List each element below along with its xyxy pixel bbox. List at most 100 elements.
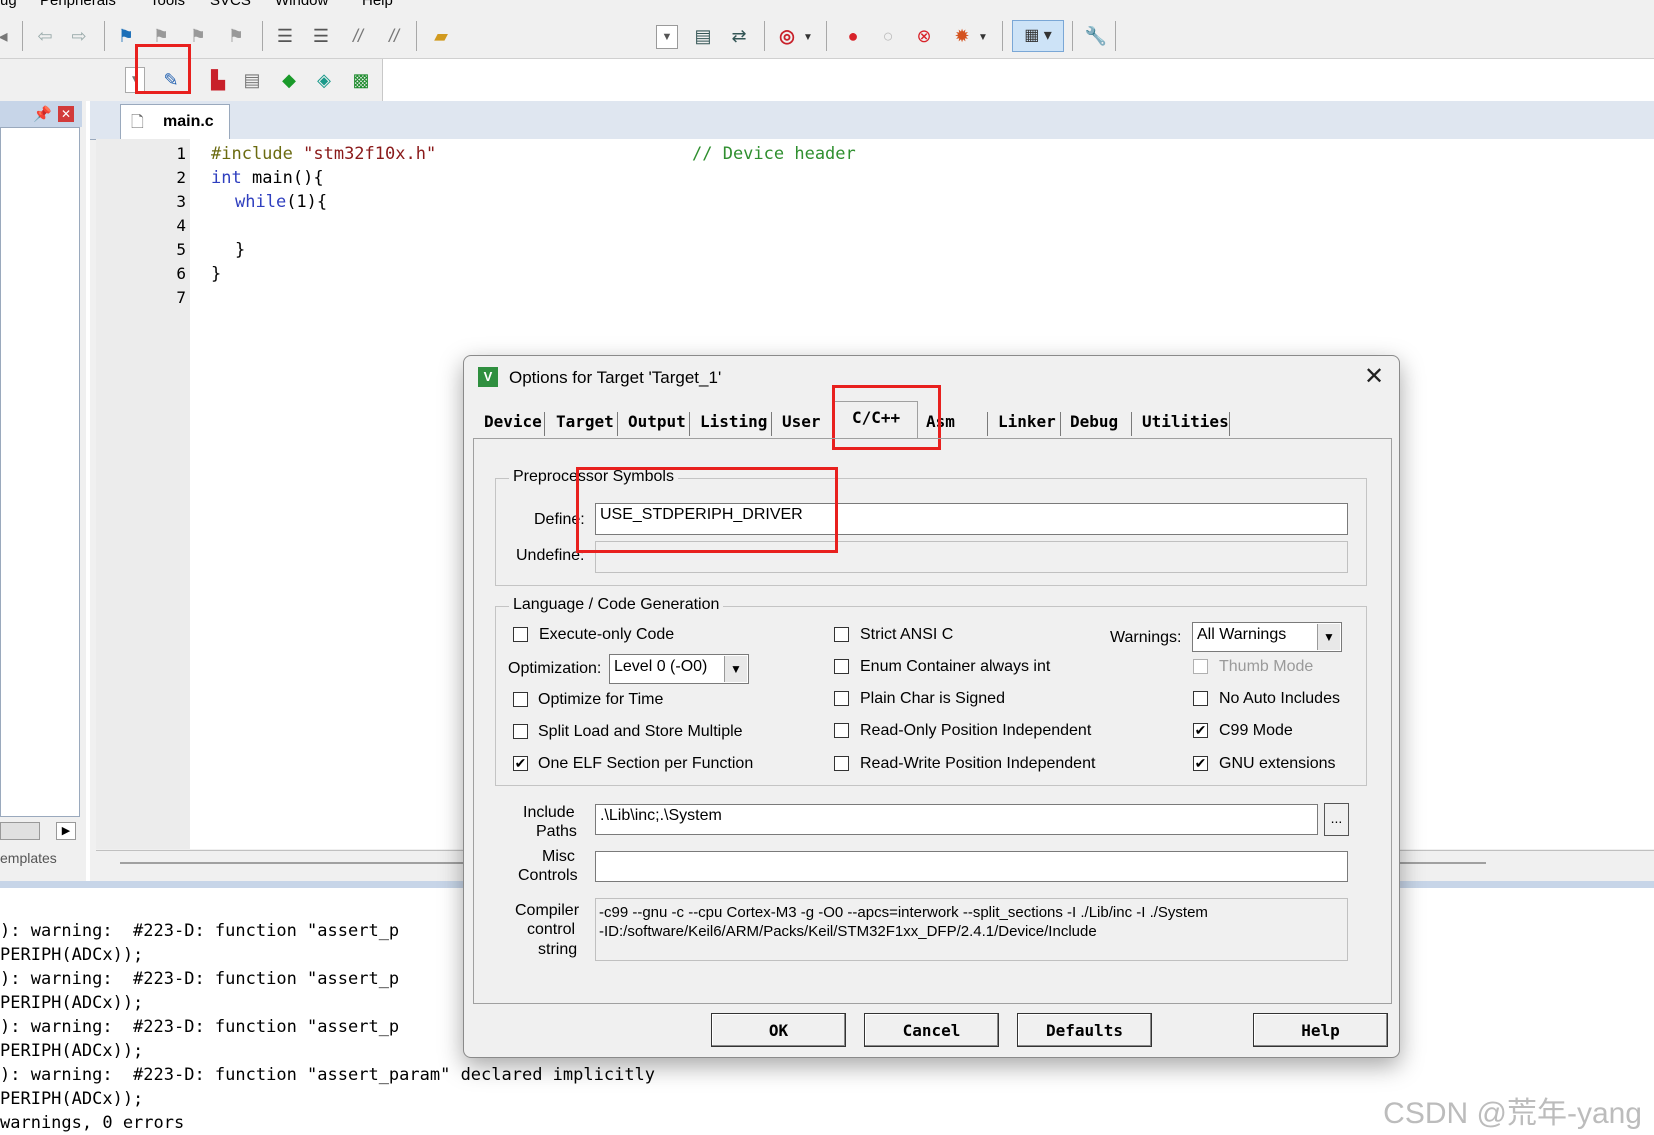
ro-pi-checkbox[interactable] [834, 723, 849, 738]
thumb-mode-checkbox [1193, 659, 1208, 674]
close-icon[interactable]: ✕ [1364, 362, 1384, 391]
rw-pi-checkbox[interactable] [834, 756, 849, 771]
line-number-gutter: 1 2 3 4 5 6 7 − − [96, 139, 206, 849]
menu-tools[interactable]: Tools [150, 0, 185, 9]
file-icon: 🗋 [131, 114, 144, 131]
no-auto-includes-label: No Auto Includes [1219, 690, 1340, 707]
output-line: warnings, 0 errors [0, 1113, 185, 1133]
select-software-icon[interactable]: ▩ [348, 67, 374, 93]
pin-icon[interactable]: 📌 [33, 105, 52, 123]
breakpoint-all-icon[interactable]: ✹ [949, 23, 975, 49]
c99-mode-checkbox[interactable]: ✔ [1193, 723, 1208, 738]
chevron-down-icon[interactable]: ▼ [1317, 624, 1340, 650]
indent-icon[interactable]: ☰ [272, 23, 298, 49]
breakpoint-disable-icon[interactable]: ○ [875, 23, 901, 49]
enum-container-checkbox[interactable] [834, 659, 849, 674]
output-line: ): warning: #223-D: function "assert_p [0, 1017, 400, 1037]
tab-linker[interactable]: Linker [998, 412, 1056, 431]
left-arrow-icon[interactable]: ◂ [0, 23, 16, 49]
line-number: 3 [176, 192, 186, 211]
cancel-button[interactable]: Cancel [864, 1013, 999, 1047]
plain-char-checkbox[interactable] [834, 691, 849, 706]
split-load-label: Split Load and Store Multiple [538, 723, 743, 740]
menu-window[interactable]: Window [275, 0, 328, 9]
chevron-down-icon[interactable]: ▼ [975, 25, 991, 51]
defaults-button[interactable]: Defaults [1017, 1013, 1152, 1047]
code-line: } [211, 264, 222, 284]
optimize-time-checkbox[interactable] [513, 692, 528, 707]
tab-separator [544, 412, 545, 436]
find-icon[interactable]: ▤ [690, 23, 716, 49]
find-replace-icon[interactable]: ⇄ [726, 23, 752, 49]
one-elf-checkbox[interactable]: ✔ [513, 756, 528, 771]
pack-installer-icon[interactable]: ▙ [205, 67, 231, 93]
tab-target[interactable]: Target [556, 412, 614, 431]
split-load-checkbox[interactable] [513, 724, 528, 739]
menu-debug[interactable]: ug [0, 0, 17, 9]
optimization-select[interactable]: Level 0 (-O0) ▼ [609, 654, 749, 684]
execute-only-checkbox[interactable] [513, 627, 528, 642]
browse-button[interactable]: ... [1324, 803, 1349, 836]
one-elf-label: One ELF Section per Function [538, 755, 754, 772]
tab-separator [1229, 412, 1230, 436]
manage-components-icon[interactable]: ▤ [239, 67, 265, 93]
scroll-right-icon[interactable]: ▶ [56, 822, 76, 840]
tab-device[interactable]: Device [484, 412, 542, 431]
pack-icon[interactable]: ◈ [311, 67, 337, 93]
templates-tab[interactable]: emplates [0, 850, 72, 874]
chevron-down-icon[interactable]: ▼ [800, 25, 816, 51]
include-paths-field[interactable]: .\Lib\inc;.\System [595, 804, 1318, 835]
highlight-define-field [576, 467, 838, 553]
toolbar-separator [1115, 21, 1116, 51]
tab-utilities[interactable]: Utilities [1142, 412, 1229, 431]
debug-icon[interactable]: ◎ [774, 23, 800, 49]
tab-output[interactable]: Output [628, 412, 686, 431]
project-pane-titlebar: 📌 ✕ [0, 101, 82, 127]
project-hscroll[interactable]: ▶ [0, 818, 82, 846]
bookmark-clear-icon[interactable]: ⚑ [223, 23, 249, 49]
no-auto-includes-checkbox[interactable] [1193, 691, 1208, 706]
help-button[interactable]: Help [1253, 1013, 1388, 1047]
uncomment-icon[interactable]: // [381, 23, 407, 49]
gnu-ext-checkbox[interactable]: ✔ [1193, 756, 1208, 771]
scroll-thumb[interactable] [0, 822, 40, 840]
strict-ansi-checkbox[interactable] [834, 627, 849, 642]
tab-main-c[interactable]: 🗋 main.c [120, 104, 230, 139]
breakpoint-icon[interactable]: ● [840, 23, 866, 49]
close-icon[interactable]: ✕ [58, 106, 74, 122]
execute-only-label: Execute-only Code [539, 626, 675, 643]
code-line: int main(){ [211, 168, 324, 188]
unindent-icon[interactable]: ☰ [308, 23, 334, 49]
keil-app-icon: V [478, 367, 498, 387]
tab-listing[interactable]: Listing [700, 412, 767, 431]
misc-label-2: Controls [518, 867, 578, 884]
tab-debug[interactable]: Debug [1070, 412, 1118, 431]
tab-separator [689, 412, 690, 436]
forward-icon[interactable]: ⇨ [66, 23, 92, 49]
misc-controls-field[interactable] [595, 851, 1348, 882]
back-icon[interactable]: ⇦ [32, 23, 58, 49]
manage-rte-icon[interactable]: ◆ [276, 67, 302, 93]
code-line: #include "stm32f10x.h" [211, 144, 437, 164]
ok-button[interactable]: OK [711, 1013, 846, 1047]
toolbar-separator [1002, 21, 1003, 51]
chevron-down-icon[interactable]: ▼ [724, 656, 747, 682]
include-paths-label-1: Include [523, 804, 575, 821]
menu-peripherals[interactable]: Peripherals [40, 0, 116, 9]
compiler-label-3: string [538, 941, 578, 958]
tab-user[interactable]: User [782, 412, 821, 431]
toolbar-separator [1072, 21, 1073, 51]
comment-icon[interactable]: // [345, 23, 371, 49]
project-tree[interactable] [0, 127, 80, 817]
warnings-select[interactable]: All Warnings ▼ [1192, 622, 1342, 652]
combo-dropdown-icon[interactable]: ▼ [656, 25, 678, 49]
wrench-icon[interactable]: 🔧 [1083, 23, 1109, 49]
menu-svcs[interactable]: SVCS [210, 0, 251, 9]
menu-help[interactable]: Help [362, 0, 393, 9]
undefine-label: Undefine: [516, 547, 585, 564]
open-folder-icon[interactable]: ▰ [428, 23, 454, 49]
optimize-time-label: Optimize for Time [538, 691, 664, 708]
line-number: 2 [176, 168, 186, 187]
breakpoint-kill-icon[interactable]: ⊗ [911, 23, 937, 49]
window-layout-icon[interactable]: ▦ ▾ [1012, 20, 1064, 52]
